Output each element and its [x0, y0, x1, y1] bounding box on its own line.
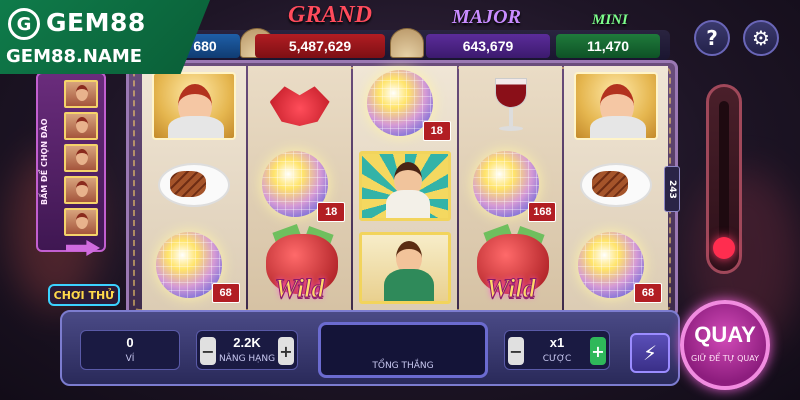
reel-cell: 168: [459, 147, 563, 228]
balance-label: VÍ: [125, 354, 135, 364]
reel-cell: Wild: [459, 223, 563, 309]
reel-cell: 18: [248, 147, 352, 228]
singer-woman-icon: [359, 151, 452, 221]
reel-cell: [564, 147, 668, 228]
lightning-icon: ⚡: [642, 341, 658, 365]
jackpot-mini-value: 11,470: [556, 34, 660, 58]
help-button[interactable]: ?: [694, 20, 730, 56]
bet-level-increase-button[interactable]: +: [278, 337, 294, 365]
woman-sailor-icon: [152, 72, 236, 140]
reel: 68: [142, 66, 246, 310]
logo-mark-icon: G: [8, 8, 40, 40]
reel: 68: [564, 66, 668, 310]
reel: 168 Wild: [458, 66, 563, 310]
jackpot-grand-value: 5,487,629: [255, 34, 385, 58]
reel-cell: Wild: [248, 223, 352, 309]
spin-button[interactable]: QUAY GIỮ ĐỂ TỰ QUAY: [680, 300, 770, 390]
question-icon: ?: [706, 26, 718, 50]
shell-ornament-icon: [390, 28, 424, 58]
reel-cell: 18: [353, 66, 457, 147]
multiplier-badge: 18: [422, 121, 451, 141]
reel-cell: [142, 147, 246, 228]
jackpot-grand-label: GRAND: [288, 2, 373, 28]
spin-label: QUAY: [694, 322, 756, 347]
ways-indicator: 243: [664, 166, 680, 212]
woman-sailor-icon: [574, 72, 659, 140]
lips-icon: [269, 86, 330, 126]
settings-button[interactable]: ⚙: [743, 20, 779, 56]
reel-cell: [353, 147, 457, 228]
reel-cell: [142, 66, 246, 147]
reel-cell: 68: [142, 228, 246, 309]
gear-icon: ⚙: [752, 26, 770, 50]
bet-increase-button[interactable]: +: [590, 337, 606, 365]
steak-plate-icon: [158, 163, 230, 207]
character-thumb[interactable]: [64, 144, 98, 172]
reel-cell: [353, 228, 457, 309]
logo-domain: GEM88.NAME: [6, 46, 143, 67]
wild-label: Wild: [485, 274, 536, 304]
steak-plate-icon: [580, 163, 653, 207]
jackpot-major-value: 643,679: [426, 34, 550, 58]
balance-value: 0: [126, 335, 134, 350]
bonus-meter-track: [719, 101, 729, 241]
reel-cell: [248, 66, 352, 147]
waitress-woman-icon: [359, 232, 452, 304]
total-win-display: TỔNG THẮNG: [318, 322, 488, 378]
character-thumb[interactable]: [64, 208, 98, 236]
character-thumb[interactable]: [64, 112, 98, 140]
multiplier-badge: 68: [211, 283, 240, 303]
bet-multiplier-control: − x1 CƯỢC +: [504, 330, 610, 370]
character-thumb[interactable]: [64, 80, 98, 108]
site-logo[interactable]: G GEM88 GEM88.NAME: [0, 0, 210, 74]
reels: 68 18 Wild 18 168 Wild 68: [142, 66, 668, 310]
multiplier-badge: 18: [317, 202, 346, 222]
reel-cell: 68: [564, 228, 668, 309]
try-play-button[interactable]: CHƠI THỬ: [48, 284, 120, 306]
spin-sublabel: GIỮ ĐỂ TỰ QUAY: [691, 354, 759, 363]
wine-glass-icon: [494, 78, 527, 134]
balance-display: 0 VÍ: [80, 330, 180, 370]
bet-level-control: − 2.2K NÂNG HẠNG +: [196, 330, 298, 370]
turbo-button[interactable]: ⚡: [630, 333, 670, 373]
jackpot-major-label: MAJOR: [452, 6, 521, 28]
jackpot-mini-label: MINI: [592, 12, 628, 28]
multiplier-badge: 168: [528, 202, 557, 222]
wild-label: Wild: [274, 274, 325, 304]
reel-cell: [459, 66, 563, 147]
reel: 18: [353, 66, 457, 310]
character-thumb[interactable]: [64, 176, 98, 204]
reel-cell: [564, 66, 668, 147]
total-win-label: TỔNG THẮNG: [372, 361, 434, 371]
reel: 18 Wild: [247, 66, 352, 310]
character-select-text: BẤM ĐỂ CHỌN ĐÀO: [40, 118, 49, 206]
bonus-meter: [706, 84, 742, 274]
heart-icon: [713, 237, 735, 259]
logo-name: GEM88: [46, 8, 146, 37]
multiplier-badge: 68: [633, 283, 662, 303]
